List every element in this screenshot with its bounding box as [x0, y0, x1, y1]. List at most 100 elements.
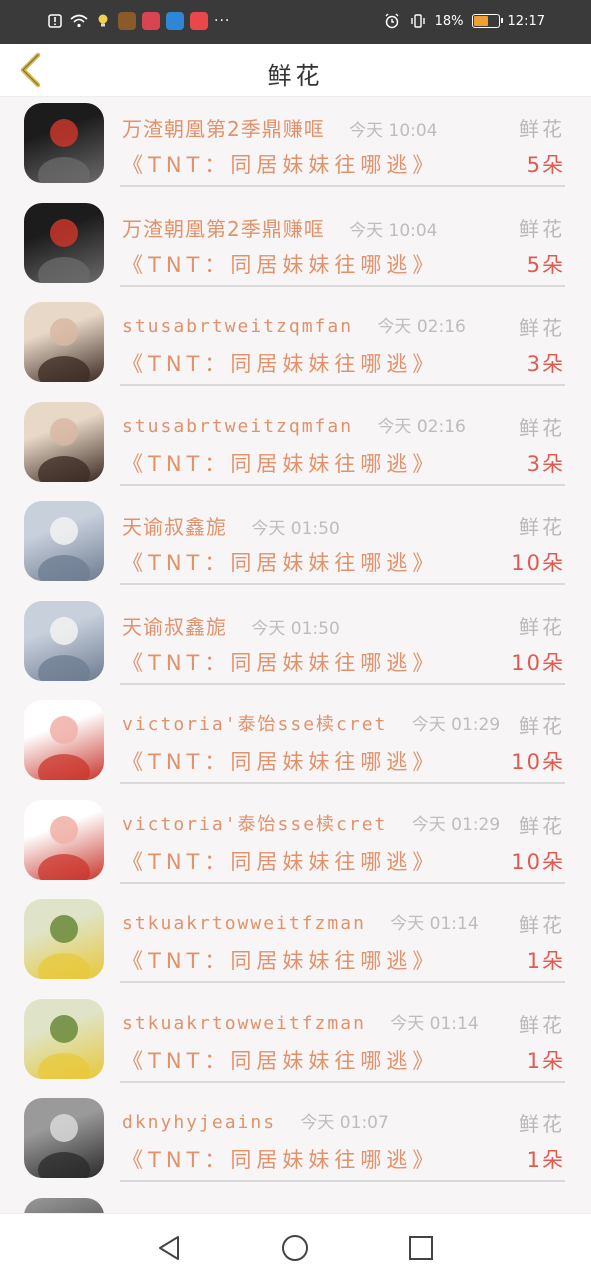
gift-type-label: 鲜花	[519, 614, 565, 639]
timestamp: 今天 02:16	[377, 416, 466, 437]
gift-count: 1朵	[526, 949, 565, 973]
avatar[interactable]	[24, 302, 104, 382]
avatar[interactable]	[24, 600, 104, 681]
gift-count: 1朵	[526, 1048, 565, 1073]
avatar-image	[38, 1014, 90, 1079]
gift-record-list[interactable]: 万渣朝凰第2季鼎赚哐 今天 10:04 鲜花 《TNT：同居妹妹往哪逃》 5朵 …	[0, 97, 591, 1213]
list-item[interactable]: victoria'泰饴sse椟cret 今天 01:29 鲜花 《TNT：同居妹…	[0, 794, 591, 894]
username[interactable]: stkuakrtowweitfzman	[122, 1013, 366, 1034]
username[interactable]: stusabrtweitzqmfan	[122, 316, 353, 337]
avatar[interactable]	[24, 1098, 104, 1178]
entry-header: victoria'泰饴sse椟cret 今天 01:29 鲜花	[122, 810, 565, 838]
battery-icon	[471, 14, 503, 28]
entry-header: 天谕叔鑫旎 今天 01:50 鲜花	[122, 511, 565, 539]
list-item[interactable]: 万渣朝凰第2季鼎赚哐 今天 10:04 鲜花 《TNT：同居妹妹往哪逃》 5朵	[0, 97, 591, 197]
entry-header: 万渣朝凰第2季鼎赚哐 今天 10:04 鲜花	[122, 113, 565, 141]
username[interactable]: 天谕叔鑫旎	[122, 515, 227, 539]
status-bar-system: 18% 12:17	[383, 12, 545, 30]
book-title-link[interactable]: 《TNT：同居妹妹往哪逃》	[122, 1049, 438, 1073]
entry-header: 天谕叔鑫旎 今天 01:50 鲜花	[122, 611, 565, 639]
timestamp: 今天 01:07	[300, 1113, 389, 1133]
app-header: 鲜花	[0, 44, 591, 97]
timestamp: 今天 10:04	[349, 220, 438, 241]
username[interactable]: victoria'泰饴sse椟cret	[122, 714, 387, 735]
avatar-image	[38, 417, 90, 482]
list-item[interactable]: dknyhyjeains 今天 01:07 鲜花 《TNT：同居妹妹往哪逃》 1…	[0, 1092, 591, 1192]
square-recents-icon	[409, 1236, 433, 1260]
entry-header: stusabrtweitzqmfan 今天 02:16 鲜花	[122, 412, 565, 440]
username[interactable]: 万渣朝凰第2季鼎赚哐	[122, 217, 325, 241]
book-title-link[interactable]: 《TNT：同居妹妹往哪逃》	[122, 452, 438, 476]
app-icon-shop	[190, 12, 208, 30]
book-title-link[interactable]: 《TNT：同居妹妹往哪逃》	[122, 750, 438, 774]
list-item[interactable]: 万渣朝凰第2季鼎赚哐 今天 10:04 鲜花 《TNT：同居妹妹往哪逃》 5朵	[0, 197, 591, 297]
avatar[interactable]	[24, 799, 104, 880]
alert-icon	[46, 12, 64, 30]
username[interactable]: dknyhyjeains	[122, 1112, 276, 1133]
entry-header: 万渣朝凰第2季鼎赚哐 今天 10:04 鲜花	[122, 213, 565, 241]
gift-type-label: 鲜花	[519, 515, 565, 539]
nav-back-button[interactable]	[153, 1232, 185, 1264]
book-title-link[interactable]: 《TNT：同居妹妹往哪逃》	[122, 352, 438, 376]
nav-home-button[interactable]	[279, 1232, 311, 1264]
gift-count: 3朵	[526, 451, 565, 476]
list-item[interactable]: stkuakrtowweitfzman 今天 01:14 鲜花 《TNT：同居妹…	[0, 993, 591, 1093]
list-item[interactable]: stkuakrtowweitfzman 今天 01:14 鲜花 《TNT：同居妹…	[0, 893, 591, 993]
gift-type-label: 鲜花	[519, 316, 565, 340]
more-notifications-icon: ···	[214, 13, 231, 29]
list-item[interactable]: 天谕叔鑫旎 今天 01:50 鲜花 《TNT：同居妹妹往哪逃》 10朵	[0, 495, 591, 595]
system-nav-bar	[0, 1213, 591, 1281]
divider	[120, 1180, 565, 1182]
avatar[interactable]	[24, 202, 104, 283]
username[interactable]: victoria'泰饴sse椟cret	[122, 814, 387, 835]
gift-count: 1朵	[526, 1148, 565, 1172]
divider	[120, 384, 565, 386]
avatar[interactable]	[24, 998, 104, 1079]
username[interactable]: 万渣朝凰第2季鼎赚哐	[122, 117, 325, 141]
book-title-link[interactable]: 《TNT：同居妹妹往哪逃》	[122, 949, 438, 973]
username[interactable]: stkuakrtowweitfzman	[122, 913, 366, 934]
book-title-link[interactable]: 《TNT：同居妹妹往哪逃》	[122, 153, 438, 177]
avatar-image	[38, 616, 90, 681]
book-title-link[interactable]: 《TNT：同居妹妹往哪逃》	[122, 651, 438, 675]
book-title-link[interactable]: 《TNT：同居妹妹往哪逃》	[122, 1148, 438, 1172]
avatar[interactable]	[24, 401, 104, 482]
list-item[interactable]: victoria'泰饴sse椟cret 今天 01:29 鲜花 《TNT：同居妹…	[0, 694, 591, 794]
avatar[interactable]	[24, 899, 104, 979]
avatar[interactable]	[24, 103, 104, 183]
book-title-link[interactable]: 《TNT：同居妹妹往哪逃》	[122, 253, 438, 277]
avatar[interactable]	[24, 1197, 104, 1213]
gift-type-label: 鲜花	[519, 117, 565, 141]
entry-detail: 《TNT：同居妹妹往哪逃》 10朵	[122, 846, 565, 876]
timestamp: 今天 01:14	[390, 1013, 479, 1034]
timestamp: 今天 02:16	[377, 317, 466, 337]
avatar-image	[38, 517, 90, 581]
nav-recents-button[interactable]	[405, 1232, 437, 1264]
entry-detail: 《TNT：同居妹妹往哪逃》 10朵	[122, 547, 565, 577]
wifi-icon	[70, 12, 88, 30]
divider	[120, 583, 565, 585]
entry-detail: 《TNT：同居妹妹往哪逃》 5朵	[122, 149, 565, 179]
timestamp: 今天 01:29	[411, 715, 501, 735]
avatar[interactable]	[24, 700, 104, 780]
entry-header: stkuakrtowweitfzman 今天 01:14 鲜花	[122, 909, 565, 937]
entry-detail: 《TNT：同居妹妹往哪逃》 1朵	[122, 1045, 565, 1075]
username[interactable]: stusabrtweitzqmfan	[122, 416, 353, 437]
avatar[interactable]	[24, 501, 104, 581]
list-item[interactable]: stusabrtweitzqmfan 今天 02:16 鲜花 《TNT：同居妹妹…	[0, 296, 591, 396]
gift-count: 5朵	[526, 252, 565, 277]
divider	[120, 881, 565, 884]
list-item[interactable]: stusabrtweitzqmfan 今天 02:16 鲜花 《TNT：同居妹妹…	[0, 396, 591, 496]
entry-detail: 《TNT：同居妹妹往哪逃》 1朵	[122, 945, 565, 975]
list-item-partial[interactable]	[0, 1192, 591, 1213]
gift-count: 5朵	[526, 153, 565, 177]
divider	[120, 284, 565, 287]
avatar-image	[38, 318, 90, 382]
gift-type-label: 鲜花	[519, 216, 565, 241]
book-title-link[interactable]: 《TNT：同居妹妹往哪逃》	[122, 850, 438, 874]
entry-header: dknyhyjeains 今天 01:07 鲜花	[122, 1108, 565, 1136]
avatar-image	[38, 915, 90, 979]
book-title-link[interactable]: 《TNT：同居妹妹往哪逃》	[122, 551, 438, 575]
username[interactable]: 天谕叔鑫旎	[122, 615, 227, 639]
list-item[interactable]: 天谕叔鑫旎 今天 01:50 鲜花 《TNT：同居妹妹往哪逃》 10朵	[0, 595, 591, 695]
